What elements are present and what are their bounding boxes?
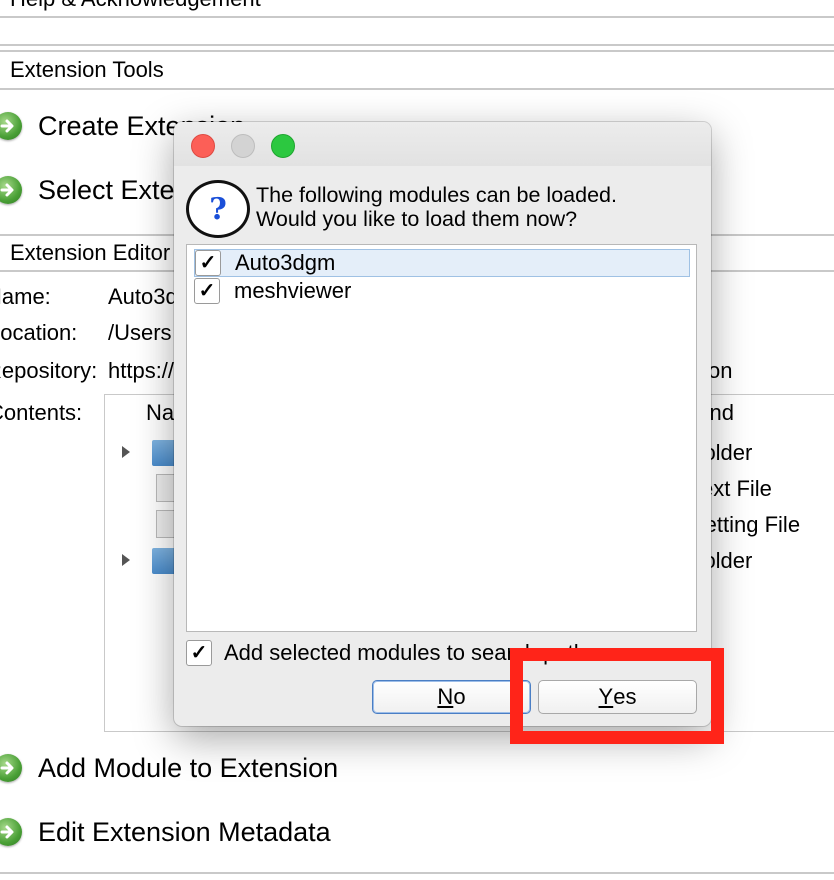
module-label: meshviewer [234, 278, 352, 303]
dialog-titlebar[interactable] [174, 122, 711, 166]
extension-editor-header[interactable]: Extension Editor [10, 240, 170, 266]
load-modules-dialog: ? The following modules can be loaded. W… [174, 122, 711, 726]
divider [0, 50, 834, 52]
module-checkbox[interactable]: ✓ [195, 250, 221, 276]
edit-extension-metadata-button[interactable]: Edit Extension Metadata [0, 810, 331, 854]
repository-value: https:// [108, 358, 175, 383]
list-item[interactable]: ✓ meshviewer [194, 277, 690, 305]
arrow-right-icon [0, 754, 22, 782]
divider [0, 88, 834, 90]
close-window-button[interactable] [191, 134, 215, 158]
question-balloon-icon: ? [186, 180, 250, 238]
extension-tools-header[interactable]: Extension Tools [10, 57, 164, 83]
contents-label: Contents: [0, 400, 83, 425]
add-module-label: Add Module to Extension [38, 752, 339, 783]
divider [0, 872, 834, 874]
no-button[interactable]: No [372, 680, 531, 714]
arrow-right-icon [0, 176, 22, 204]
top-section-label[interactable]: Help & Acknowledgement [10, 0, 261, 12]
divider [0, 44, 834, 46]
no-mnemonic: N [437, 684, 454, 709]
add-to-search-paths-checkbox[interactable]: ✓ [186, 640, 212, 666]
dialog-message: The following modules can be loaded. Wou… [256, 183, 617, 231]
module-label: Auto3dgm [235, 250, 336, 275]
arrow-right-icon [0, 818, 22, 846]
highlight-annotation-box [510, 648, 724, 744]
repository-label: Repository: [0, 358, 98, 383]
location-value: /Users [108, 320, 172, 345]
name-label: Name: [0, 284, 51, 309]
message-line-1: The following modules can be loaded. [256, 183, 617, 207]
module-checkbox[interactable]: ✓ [194, 278, 220, 304]
modules-list[interactable]: ✓ Auto3dgm ✓ meshviewer [186, 244, 697, 632]
list-item[interactable]: ✓ Auto3dgm [194, 249, 690, 277]
setting-file-icon [156, 510, 176, 538]
expand-triangle-icon[interactable] [122, 446, 130, 458]
location-label: Location: [0, 320, 78, 345]
expand-triangle-icon[interactable] [122, 554, 130, 566]
minimize-window-button[interactable] [231, 134, 255, 158]
divider [0, 16, 834, 18]
edit-metadata-label: Edit Extension Metadata [38, 816, 331, 847]
text-file-icon [156, 474, 176, 502]
message-line-2: Would you like to load them now? [256, 207, 578, 231]
repository-value-suffix: on [708, 358, 733, 383]
arrow-right-icon [0, 112, 22, 140]
no-label-rest: o [453, 684, 466, 709]
zoom-window-button[interactable] [271, 134, 295, 158]
add-module-to-extension-button[interactable]: Add Module to Extension [0, 746, 338, 790]
